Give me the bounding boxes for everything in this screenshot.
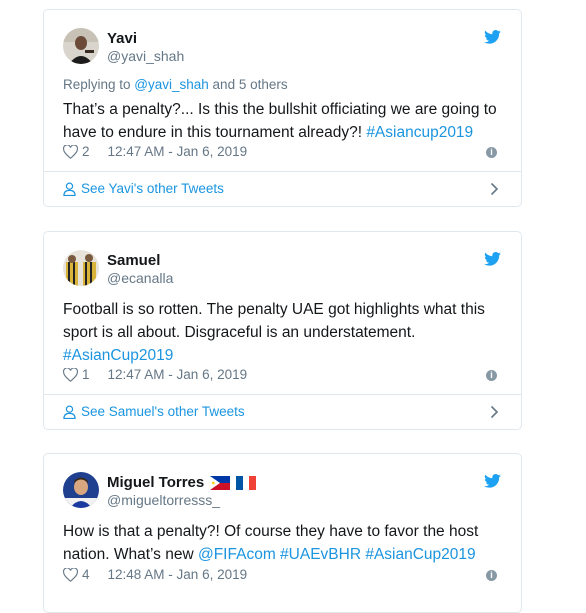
heart-icon[interactable] (63, 567, 78, 582)
user-handle[interactable]: @ecanalla (107, 270, 173, 286)
hashtag-link[interactable]: #AsianCup2019 (63, 347, 173, 364)
see-other-tweets-link[interactable]: See Yavi's other Tweets (63, 181, 224, 196)
display-name[interactable]: Miguel Torres (107, 474, 257, 491)
tweet-timestamp[interactable]: 12:47 AM - Jan 6, 2019 (108, 367, 248, 382)
twitter-bird-icon[interactable] (484, 252, 501, 266)
see-other-tweets-link[interactable]: See Samuel's other Tweets (63, 404, 245, 419)
tweet-body: Football is so rotten. The penalty UAE g… (63, 301, 485, 341)
person-icon (63, 405, 76, 419)
tweet-card: Yavi @yavi_shah Replying to @yavi_shah a… (43, 9, 522, 207)
like-count[interactable]: 2 (82, 144, 90, 159)
twitter-bird-icon[interactable] (484, 474, 501, 488)
replying-prefix: Replying to (63, 77, 135, 92)
replying-suffix: and 5 others (208, 77, 288, 92)
tweet-meta: 1 12:47 AM - Jan 6, 2019 (63, 367, 247, 382)
display-name-text[interactable]: Samuel (107, 252, 160, 269)
tweet-card: Miguel Torres @migueltorresss_ How is th… (43, 453, 522, 613)
like-count[interactable]: 4 (82, 567, 90, 582)
divider (44, 171, 521, 172)
user-handle[interactable]: @migueltorresss_ (107, 492, 220, 508)
philippines-flag-icon (210, 475, 231, 490)
avatar[interactable] (63, 472, 99, 508)
tweet-card: Samuel @ecanalla Football is so rotten. … (43, 231, 522, 430)
heart-icon[interactable] (63, 144, 78, 159)
replying-handle-link[interactable]: @yavi_shah (134, 77, 209, 92)
france-flag-icon (236, 475, 257, 490)
person-icon (63, 182, 76, 196)
heart-icon[interactable] (63, 367, 78, 382)
tweet-meta: 4 12:48 AM - Jan 6, 2019 (63, 567, 247, 582)
replying-to: Replying to @yavi_shah and 5 others (63, 77, 288, 92)
display-name[interactable]: Samuel (107, 252, 160, 269)
chevron-right-icon[interactable] (490, 405, 499, 419)
info-icon[interactable]: i (486, 147, 497, 158)
tweet-timestamp[interactable]: 12:47 AM - Jan 6, 2019 (108, 144, 248, 159)
tweet-meta: 2 12:47 AM - Jan 6, 2019 (63, 144, 247, 159)
tweet-text: That’s a penalty?... Is this the bullshi… (63, 98, 501, 144)
like-count[interactable]: 1 (82, 367, 90, 382)
display-name-text[interactable]: Miguel Torres (107, 474, 204, 491)
info-icon[interactable]: i (486, 570, 497, 581)
see-other-tweets-label[interactable]: See Yavi's other Tweets (81, 181, 224, 196)
hashtag-link[interactable]: #AsianCup2019 (365, 546, 475, 563)
avatar[interactable] (63, 28, 99, 64)
tweet-text: How is that a penalty?! Of course they h… (63, 520, 501, 566)
chevron-right-icon[interactable] (490, 182, 499, 196)
hashtag-link[interactable]: #Asiancup2019 (366, 124, 473, 141)
divider (44, 394, 521, 395)
user-handle[interactable]: @yavi_shah (107, 48, 184, 64)
display-name-text[interactable]: Yavi (107, 30, 137, 47)
tweet-text: Football is so rotten. The penalty UAE g… (63, 298, 501, 367)
mention-link[interactable]: @FIFAcom (198, 546, 276, 563)
hashtag-link[interactable]: #UAEvBHR (280, 546, 361, 563)
display-name[interactable]: Yavi (107, 30, 137, 47)
info-icon[interactable]: i (486, 370, 497, 381)
avatar[interactable] (63, 250, 99, 286)
see-other-tweets-label[interactable]: See Samuel's other Tweets (81, 404, 245, 419)
tweet-timestamp[interactable]: 12:48 AM - Jan 6, 2019 (108, 567, 248, 582)
twitter-bird-icon[interactable] (484, 30, 501, 44)
